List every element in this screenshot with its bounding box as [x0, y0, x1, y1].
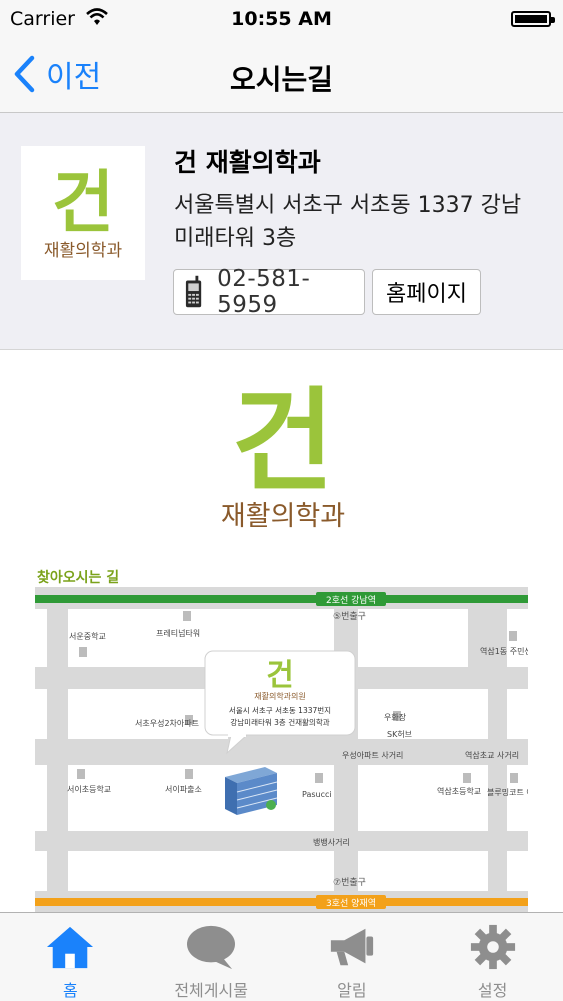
battery-icon — [511, 11, 555, 27]
clinic-logo-thumbnail: 건 재활의학과 — [21, 146, 145, 280]
top-exit-label: ⑤번출구 — [333, 611, 366, 622]
tab-home[interactable]: 홈 — [0, 913, 141, 1001]
directions-title: 찾아오시는 길 — [37, 570, 120, 586]
tab-bar: 홈 전체게시물 알림 설정 — [0, 912, 563, 1001]
homepage-button[interactable]: 홈페이지 — [372, 269, 481, 315]
gear-icon — [470, 924, 515, 970]
map-label: 서초우성2차아파트 — [135, 718, 199, 728]
bottom-station-label: 3호선 양재역 — [326, 898, 376, 909]
callout-logo-char: 건 — [266, 658, 294, 693]
map-label: 역삼초교 사거리 — [465, 750, 519, 760]
map-label: 프레티넘타워 — [156, 628, 200, 638]
tab-all-posts[interactable]: 전체게시물 — [141, 913, 282, 1001]
tab-label: 홈 — [63, 981, 78, 1000]
tab-label: 전체게시물 — [174, 981, 248, 1000]
call-button[interactable]: 02-581-5959 — [173, 266, 365, 318]
bottom-exit-label: ⑦번출구 — [333, 877, 366, 888]
map-label: 뱅뱅사거리 — [313, 837, 350, 847]
map-label: 역삼1동 주민센터 — [480, 646, 528, 656]
navigation-bar: 이전 오시는길 — [0, 40, 563, 113]
clinic-logo-subtitle: 재활의학과 — [44, 241, 123, 261]
clinic-logo-char-large: 건 — [231, 377, 334, 507]
mobile-phone-icon — [185, 275, 202, 308]
home-icon — [47, 926, 94, 969]
phone-number: 02-581-5959 — [217, 266, 311, 318]
map-label: 블루밍코트 아파트 — [487, 787, 528, 797]
status-bar: Carrier 10:55 AM — [0, 0, 563, 40]
page-title: 오시는길 — [229, 63, 334, 96]
map-label: 역삼초등학교 — [437, 786, 481, 796]
callout-address-line1: 서울시 서초구 서초동 1337번지 — [229, 706, 331, 715]
clinic-address: 서울특별시 서초구 서초동 1337 강남 미래타워 3층 — [174, 193, 522, 251]
map-label: 우화장 — [384, 712, 407, 722]
speech-bubble-icon — [187, 925, 236, 970]
clinic-logo: 건 재활의학과 — [221, 377, 345, 532]
map-label: 서이초등학교 — [67, 784, 111, 794]
map-label: 서운중학교 — [69, 631, 106, 641]
directions-map: 2호선 강남역 ⑤번출구 3호선 양재역 ⑦번출구 서운중학교 프레티넘타워 역… — [35, 587, 528, 912]
tab-label: 알림 — [337, 981, 367, 1000]
clinic-logo-subtitle-large: 재활의학과 — [221, 501, 345, 532]
map-label: 우성아파트 사거리 — [342, 750, 403, 760]
map-label: Pasucci — [302, 790, 332, 799]
tab-label: 설정 — [477, 981, 508, 1000]
status-time: 10:55 AM — [231, 8, 332, 30]
callout-logo-subtitle: 재활의학과의원 — [254, 691, 306, 701]
megaphone-icon — [330, 928, 373, 966]
clinic-name: 건 재활의학과 — [174, 148, 321, 177]
map-label: 서이파출소 — [165, 784, 202, 794]
clinic-logo-char: 건 — [52, 164, 115, 243]
top-station-label: 2호선 강남역 — [326, 595, 376, 606]
callout-address-line2: 강남미래타워 3층 건재활의학과 — [230, 717, 329, 727]
tab-notifications[interactable]: 알림 — [282, 913, 423, 1001]
map-label: SK허브 — [387, 730, 412, 739]
tab-settings[interactable]: 설정 — [422, 913, 563, 1001]
clinic-info-header: 건 재활의학과 건 재활의학과 서울특별시 서초구 서초동 1337 강남 미래… — [0, 113, 563, 350]
